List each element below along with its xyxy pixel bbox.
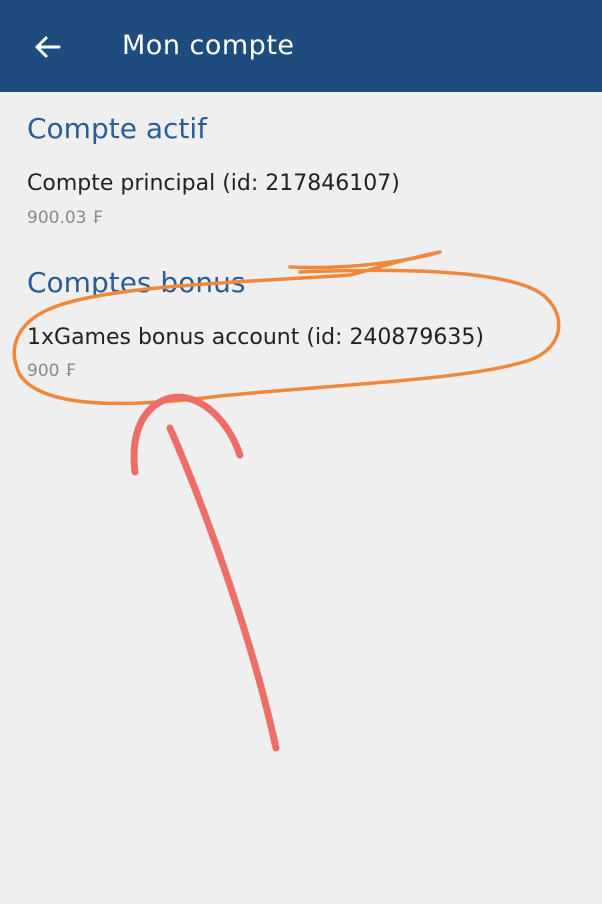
bonus-account-name[interactable]: 1xGames bonus account (id: 240879635) [27, 323, 484, 353]
bonus-account-balance: 900 ₣ [27, 361, 76, 381]
red-arrow-shaft [166, 424, 280, 752]
red-arrow-head [130, 393, 244, 476]
arrow-left-icon [35, 36, 61, 58]
active-account-section-title: Compte actif [27, 112, 208, 145]
bonus-accounts-section-title: Comptes bonus [27, 266, 246, 299]
main-account-balance: 900.03 ₣ [27, 208, 103, 228]
page-title: Mon compte [122, 30, 295, 61]
back-button[interactable] [22, 22, 72, 72]
my-account-screen: Mon compte Compte actif Compte principal… [0, 0, 602, 904]
main-account-name[interactable]: Compte principal (id: 217846107) [27, 169, 400, 199]
app-bar: Mon compte [0, 0, 602, 92]
